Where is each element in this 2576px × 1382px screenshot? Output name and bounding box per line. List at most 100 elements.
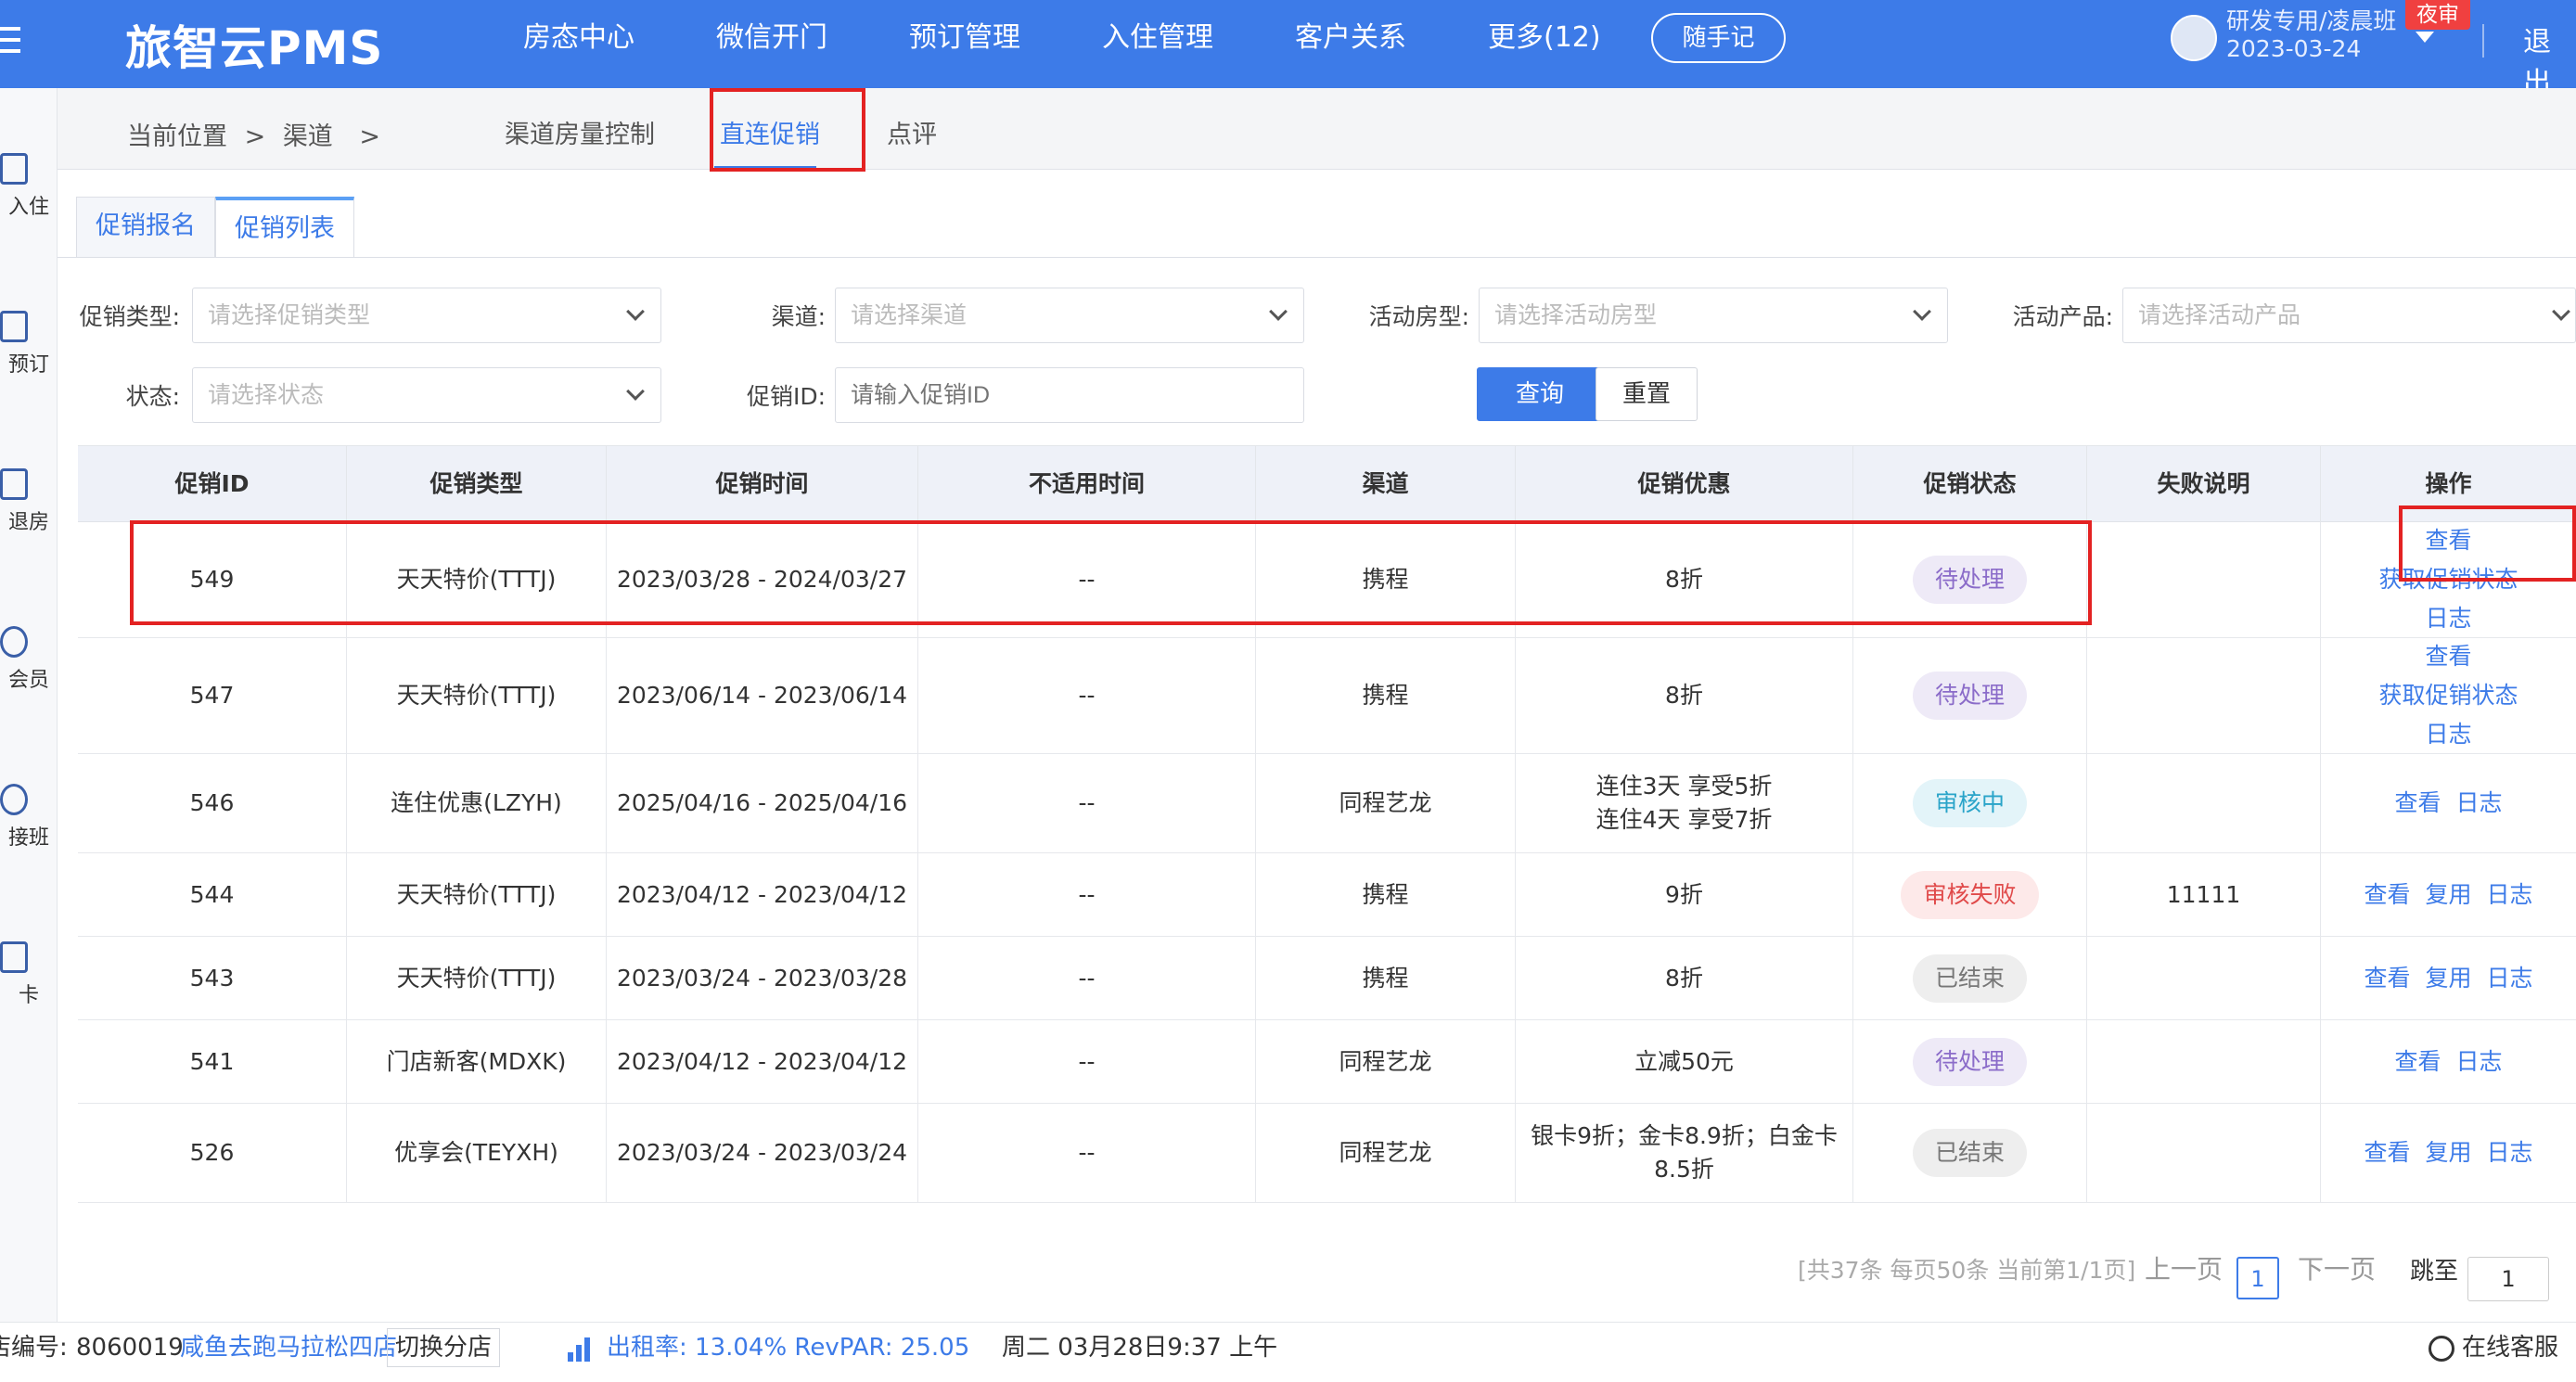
product-select[interactable]: 请选择活动产品 — [2122, 288, 2576, 343]
cell-type: 门店新客(MDXK) — [347, 1020, 607, 1103]
sidebar: 入住 预订 退房 会员 接班 卡 — [0, 88, 58, 1322]
cell-channel-text: 携程 — [1362, 964, 1409, 992]
row-actions: 查看 复用 日志 — [2338, 1136, 2560, 1170]
cell-discount: 立减50元 — [1516, 1020, 1853, 1103]
row-action-link[interactable]: 复用 — [2425, 1136, 2471, 1170]
chevron-down-icon — [626, 382, 645, 401]
chevron-down-icon — [2552, 302, 2570, 321]
channel-select[interactable]: 请选择渠道 — [835, 288, 1304, 343]
sidebar-item-checkin[interactable]: 入住 — [0, 153, 58, 220]
customer-service-icon[interactable] — [2429, 1336, 2454, 1362]
top-bar: 旅智云PMS 房态中心 微信开门 预订管理 入住管理 客户关系 更多(12) 随… — [0, 0, 2576, 99]
sidebar-item-card[interactable]: 卡 — [0, 941, 58, 1008]
nav-wechat-door[interactable]: 微信开门 — [694, 19, 850, 58]
switch-store-button[interactable]: 切换分店 — [387, 1328, 501, 1367]
nav-booking[interactable]: 预订管理 — [887, 19, 1043, 58]
cell-fail — [2087, 754, 2321, 852]
user-dropdown-icon[interactable] — [2416, 32, 2434, 43]
cell-time: 2023/03/24 - 2023/03/28 — [607, 937, 918, 1019]
row-actions: 查看 日志 — [2338, 1045, 2560, 1079]
user-swap-icon — [0, 784, 28, 815]
nav-more[interactable]: 更多(12) — [1466, 19, 1623, 58]
cell-channel-text: 携程 — [1362, 880, 1409, 908]
row-action-link[interactable]: 日志 — [2487, 1136, 2533, 1170]
cell-time-text: 2023/04/12 - 2023/04/12 — [616, 1047, 908, 1075]
store-name[interactable]: 咸鱼去跑马拉松四店 — [180, 1323, 397, 1373]
query-button[interactable]: 查询 — [1477, 367, 1603, 421]
document-icon — [0, 311, 28, 342]
row-action-link[interactable]: 查看 — [2394, 787, 2441, 820]
filter-label-status: 状态: — [125, 383, 180, 410]
memo-button[interactable]: 随手记 — [1651, 13, 1786, 63]
nav-checkin[interactable]: 入住管理 — [1080, 19, 1236, 58]
avatar[interactable] — [2171, 15, 2217, 61]
online-service-button[interactable]: 在线客服 — [2462, 1323, 2558, 1373]
row-action-link[interactable]: 查看 — [2364, 878, 2410, 912]
discount-text: 8折 — [1665, 964, 1703, 992]
cell-channel: 携程 — [1256, 853, 1516, 936]
row-action-link[interactable]: 日志 — [2456, 787, 2503, 820]
filter-label-room-type: 活动房型: — [1368, 303, 1469, 330]
cell-channel-text: 同程艺龙 — [1339, 789, 1432, 816]
row-action-link[interactable]: 复用 — [2425, 878, 2471, 912]
col-header-discount: 促销优惠 — [1516, 446, 1853, 522]
jump-page-input[interactable]: 1 — [2467, 1257, 2549, 1301]
subtab-promo-signup[interactable]: 促销报名 — [76, 197, 215, 258]
sidebar-item-booking[interactable]: 预订 — [0, 311, 58, 377]
col-header-excluded: 不适用时间 — [918, 446, 1256, 522]
row-action-link[interactable]: 查看 — [2425, 640, 2471, 673]
sidebar-item-checkout[interactable]: 退房 — [0, 468, 58, 535]
row-action-link[interactable]: 查看 — [2394, 1045, 2441, 1079]
cell-type: 优享会(TEYXH) — [347, 1104, 607, 1202]
chevron-down-icon — [1913, 302, 1931, 321]
row-action-link[interactable]: 查看 — [2364, 962, 2410, 995]
cell-excluded-text: -- — [1078, 880, 1096, 908]
row-action-link[interactable]: 日志 — [2425, 718, 2471, 751]
cell-actions: 查看 复用 日志 — [2321, 853, 2576, 936]
row-action-link[interactable]: 查看 — [2364, 1136, 2410, 1170]
exit-icon — [0, 468, 28, 500]
breadcrumb: 当前位置 > 渠道 > 渠道房量控制 直连促销 点评 — [58, 88, 2576, 170]
sidebar-item-member[interactable]: 会员 — [0, 626, 58, 693]
reset-button[interactable]: 重置 — [1596, 367, 1698, 421]
highlight-box-tab — [710, 88, 865, 172]
cell-channel: 携程 — [1256, 638, 1516, 753]
cell-discount: 8折 — [1516, 937, 1853, 1019]
promo-id-input[interactable] — [835, 367, 1304, 423]
cell-time: 2025/04/16 - 2025/04/16 — [607, 754, 918, 852]
hamburger-menu-icon[interactable] — [0, 17, 24, 63]
room-type-select[interactable]: 请选择活动房型 — [1479, 288, 1948, 343]
row-action-link[interactable]: 获取促销状态 — [2378, 679, 2518, 712]
cell-id: 543 — [78, 937, 347, 1019]
divider — [58, 257, 2576, 258]
cell-status: 已结束 — [1853, 1104, 2087, 1202]
row-actions: 查看 日志 — [2338, 787, 2560, 820]
cell-fail — [2087, 522, 2321, 637]
promo-type-select[interactable]: 请选择促销类型 — [192, 288, 661, 343]
tab-review[interactable]: 点评 — [887, 114, 937, 150]
status-select[interactable]: 请选择状态 — [192, 367, 661, 423]
user-info[interactable]: 研发专用/凌晨班 2023-03-24 — [2226, 7, 2396, 63]
row-action-link[interactable]: 复用 — [2425, 962, 2471, 995]
cell-time-text: 2023/06/14 - 2023/06/14 — [616, 682, 908, 709]
row-action-link[interactable]: 日志 — [2487, 878, 2533, 912]
current-page[interactable]: 1 — [2236, 1257, 2279, 1299]
row-action-link[interactable]: 日志 — [2487, 962, 2533, 995]
cell-time-text: 2025/04/16 - 2025/04/16 — [616, 789, 908, 816]
cell-fail — [2087, 638, 2321, 753]
row-action-link[interactable]: 日志 — [2456, 1045, 2503, 1079]
tab-channel-room-control[interactable]: 渠道房量控制 — [505, 114, 655, 150]
nav-crm[interactable]: 客户关系 — [1273, 19, 1429, 58]
sidebar-item-shift[interactable]: 接班 — [0, 784, 58, 851]
prev-page-button[interactable]: 上一页 — [2145, 1249, 2223, 1286]
cell-actions: 查看 日志 — [2321, 1020, 2576, 1103]
next-page-button[interactable]: 下一页 — [2298, 1249, 2376, 1286]
breadcrumb-path: 当前位置 > 渠道 > — [127, 122, 381, 151]
col-header-id: 促销ID — [78, 446, 347, 522]
cell-discount: 9折 — [1516, 853, 1853, 936]
cell-status: 待处理 — [1853, 638, 2087, 753]
nav-room-status[interactable]: 房态中心 — [501, 19, 657, 58]
breadcrumb-channel[interactable]: 渠道 — [283, 122, 333, 151]
subtab-promo-list[interactable]: 促销列表 — [215, 197, 354, 258]
row-action-link[interactable]: 日志 — [2425, 602, 2471, 635]
